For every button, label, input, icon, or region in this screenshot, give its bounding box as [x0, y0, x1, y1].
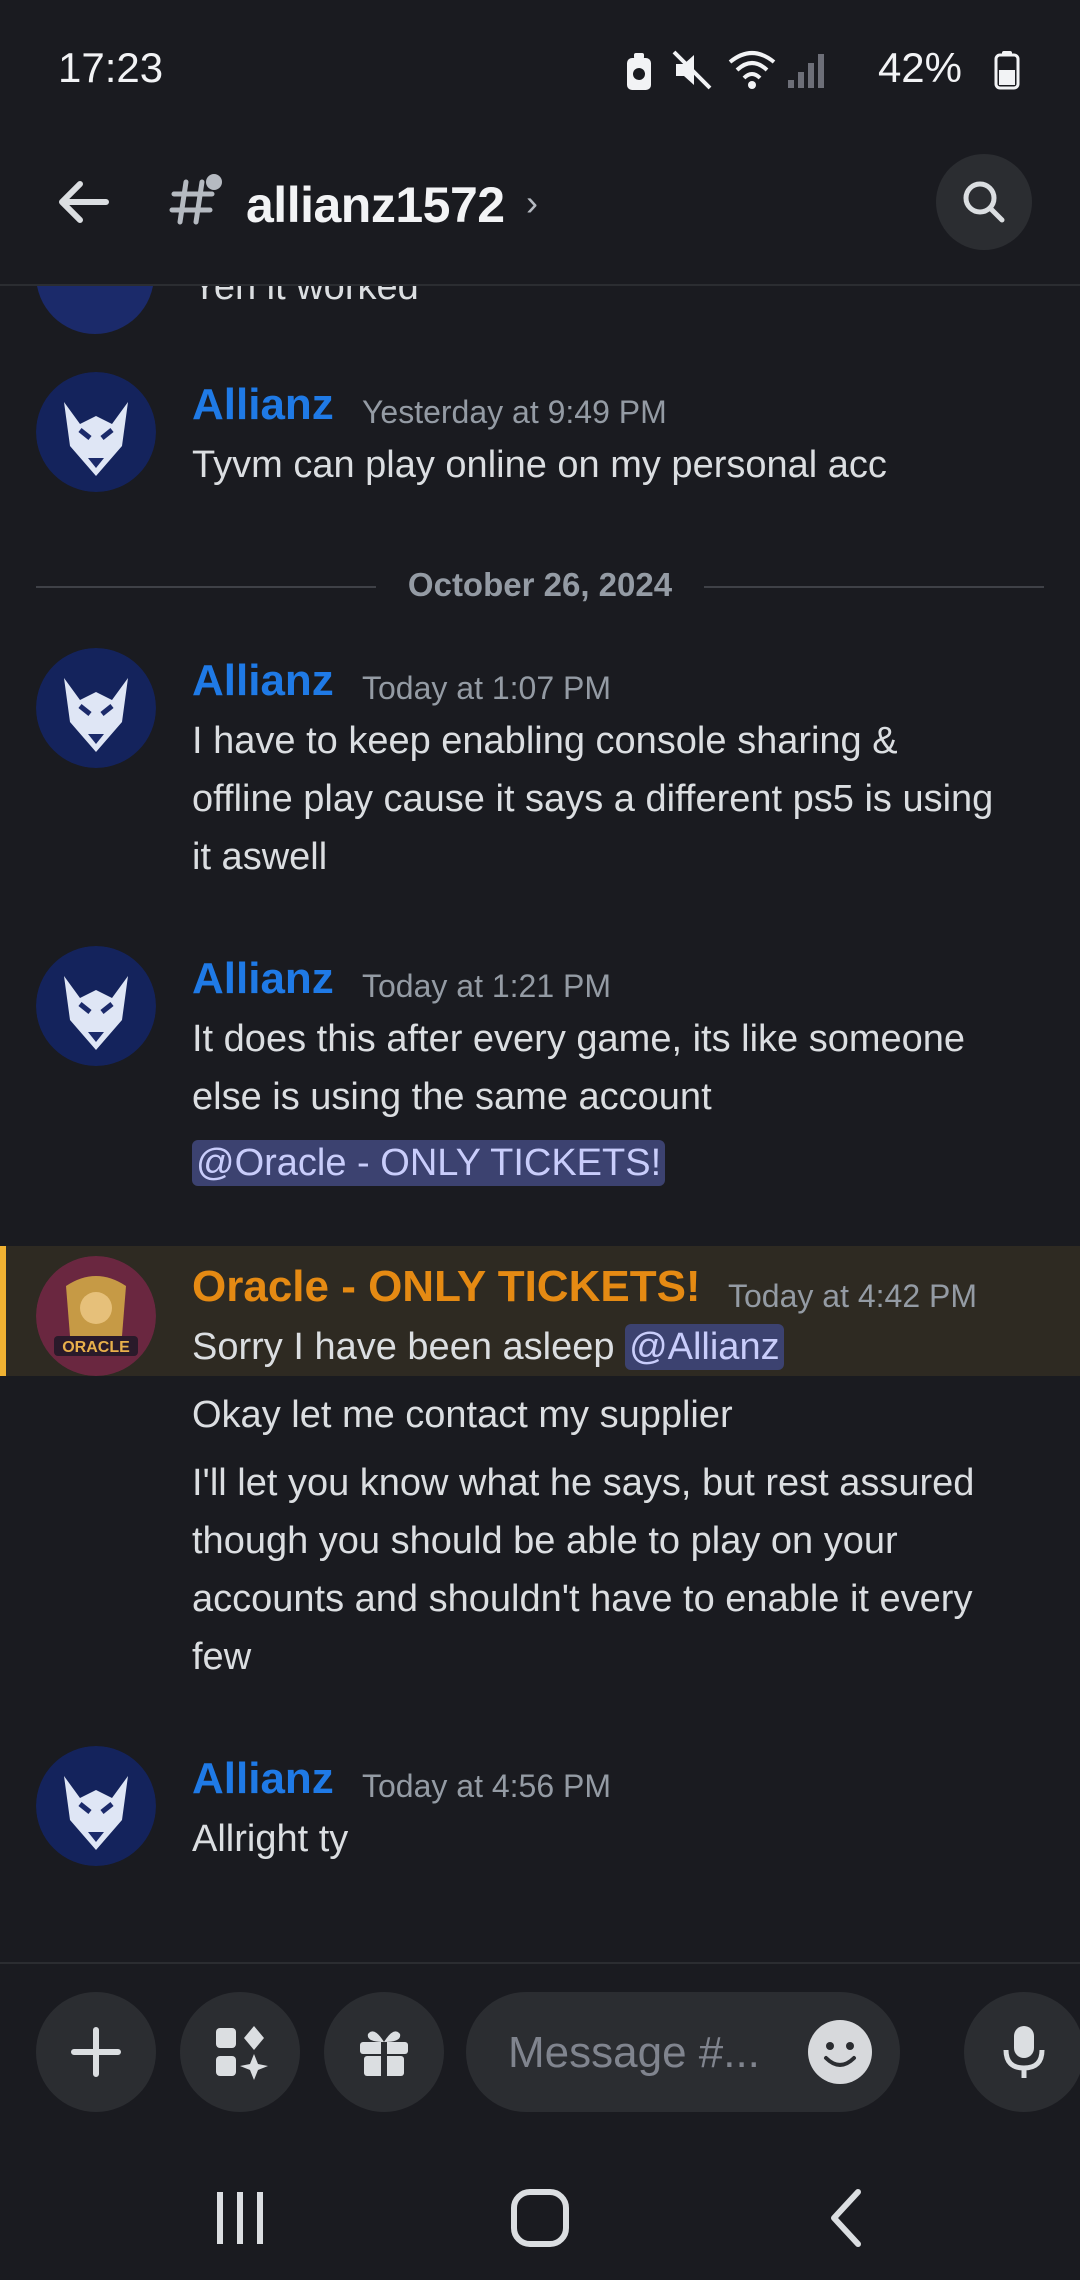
channel-hash-icon	[169, 174, 222, 225]
message-author[interactable]: Allianz	[192, 954, 334, 1004]
message-text: I have to keep enabling console sharing …	[192, 720, 898, 762]
message-text-part: Sorry I have been asleep	[192, 1326, 626, 1368]
apps-button[interactable]	[180, 1992, 300, 2112]
message-text: few	[192, 1636, 252, 1678]
message-timestamp: Today at 1:21 PM	[362, 968, 612, 1004]
message-text: I'll let you know what he says, but rest…	[192, 1462, 975, 1504]
emoji-icon	[810, 2022, 870, 2082]
message-text: it aswell	[192, 836, 328, 878]
message-author[interactable]: Allianz	[192, 656, 334, 706]
battery-icon	[994, 51, 1020, 90]
wolf-avatar-icon	[36, 372, 156, 492]
avatar[interactable]	[36, 648, 156, 768]
message-text: It does this after every game, its like …	[192, 1018, 966, 1060]
message-timestamp: Today at 4:56 PM	[362, 1768, 612, 1804]
message-list[interactable]: Yeh it worked Allianz Yesterday at 9:49 …	[0, 286, 1080, 1962]
message-text: else is using the same account	[192, 1076, 712, 1118]
mention-oracle[interactable]: @Oracle - ONLY TICKETS!	[192, 1140, 666, 1186]
message-input[interactable]	[506, 2022, 790, 2084]
status-icons: 42%	[560, 44, 1080, 94]
channel-header: allianz1572 ›	[0, 140, 1080, 286]
status-bar: 17:23 42%	[0, 0, 1080, 130]
message-author[interactable]: Allianz	[192, 1754, 334, 1804]
voice-message-button[interactable]	[964, 1992, 1080, 2112]
message-timestamp: Today at 1:07 PM	[362, 670, 612, 706]
wolf-avatar-icon	[36, 648, 156, 768]
divider-line-right	[704, 586, 1044, 588]
add-attachment-button[interactable]	[36, 1992, 156, 2112]
avatar[interactable]	[36, 372, 156, 492]
status-time: 17:23	[58, 44, 164, 91]
back-arrow-icon[interactable]	[52, 170, 116, 234]
apps-icon	[216, 2026, 268, 2080]
avatar[interactable]: ORACLE	[36, 1256, 156, 1376]
message-mention-line: @Oracle - ONLY TICKETS!	[192, 1134, 1052, 1192]
message-text: Yeh it worked	[192, 286, 419, 308]
signal-icon	[788, 54, 824, 88]
message-author[interactable]: Allianz	[192, 380, 334, 430]
channel-title[interactable]: allianz1572	[246, 176, 505, 234]
date-divider: October 26, 2024	[36, 566, 1044, 606]
message-text: Allright ty	[192, 1818, 349, 1860]
emoji-button[interactable]	[808, 2020, 872, 2084]
message-timestamp: Today at 4:42 PM	[728, 1278, 978, 1314]
divider-date: October 26, 2024	[407, 566, 673, 603]
message-author[interactable]: Oracle - ONLY TICKETS!	[192, 1262, 701, 1312]
avatar[interactable]	[36, 286, 154, 334]
wifi-icon	[728, 51, 776, 89]
avatar[interactable]	[36, 946, 156, 1066]
gift-button[interactable]	[324, 1992, 444, 2112]
mention-allianz[interactable]: @Allianz	[625, 1324, 784, 1370]
wolf-avatar-icon	[36, 946, 156, 1066]
oracle-avatar-icon: ORACLE	[36, 1256, 156, 1376]
recents-icon[interactable]	[200, 2178, 280, 2258]
chevron-right-icon[interactable]: ›	[526, 182, 538, 224]
plus-icon	[71, 2027, 121, 2077]
message-text: offline play cause it says a different p…	[192, 778, 994, 820]
message-input-container[interactable]	[466, 1992, 900, 2112]
avatar[interactable]	[36, 1746, 156, 1866]
message-text: Sorry I have been asleep @Allianz	[192, 1318, 1052, 1376]
nav-back-icon[interactable]	[806, 2178, 886, 2258]
search-button[interactable]	[936, 154, 1032, 250]
message-composer	[0, 1962, 1080, 2122]
battery-saver-icon	[627, 53, 651, 90]
wolf-avatar-icon	[36, 1746, 156, 1866]
message-text: though you should be able to play on you…	[192, 1520, 898, 1562]
battery-percent: 42%	[877, 44, 962, 91]
oracle-badge-text: ORACLE	[62, 1339, 130, 1356]
mention-highlight-bar	[0, 1246, 6, 1376]
message-text: Okay let me contact my supplier	[192, 1394, 733, 1436]
gift-icon	[360, 2031, 408, 2076]
message-timestamp: Yesterday at 9:49 PM	[362, 394, 667, 430]
message-text: accounts and shouldn't have to enable it…	[192, 1578, 973, 1620]
mute-icon	[672, 50, 712, 90]
message-text: Tyvm can play online on my personal acc	[192, 444, 887, 486]
search-icon	[963, 181, 1005, 223]
mic-icon	[1003, 2026, 1045, 2078]
home-icon[interactable]	[500, 2178, 580, 2258]
system-navigation-bar	[0, 2140, 1080, 2280]
